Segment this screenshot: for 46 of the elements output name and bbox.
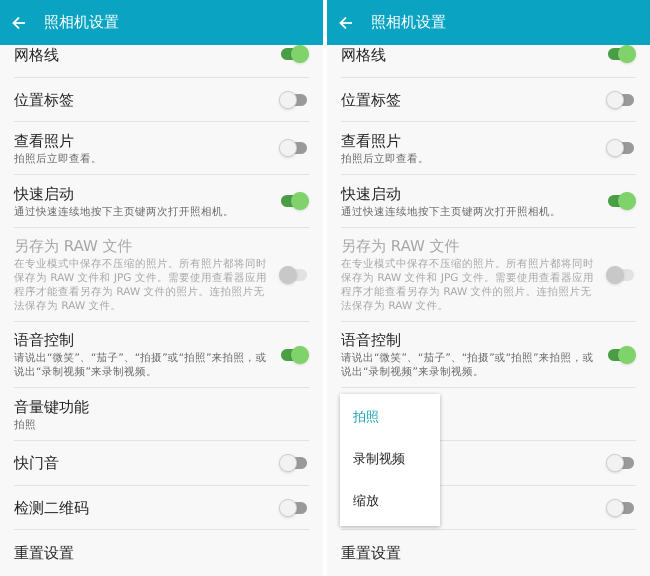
setting-title: 位置标签 — [14, 90, 75, 110]
back-arrow-icon[interactable] — [339, 16, 353, 30]
setting-description: 通过快速连续地按下主页键两次打开照相机。 — [341, 204, 562, 218]
toggle-switch[interactable] — [279, 454, 309, 472]
toggle-switch[interactable] — [606, 454, 636, 472]
screen-title: 照相机设置 — [371, 12, 446, 34]
setting-description: 在专业模式中保存不压缩的照片。所有照片都将同时保存为 RAW 文件和 JPG 文件。需要使用查看器应用程序才能查看另存为 RAW 文件的照片。连拍照片无法保存为 RAW 文件。 — [341, 257, 595, 313]
toggle-switch[interactable] — [279, 45, 309, 63]
setting-title: 快速启动 — [341, 184, 402, 204]
setting-title: 音量键功能 — [14, 396, 90, 416]
screen-title: 照相机设置 — [44, 12, 119, 34]
setting-title: 位置标签 — [341, 90, 402, 110]
toggle-switch[interactable] — [606, 192, 636, 210]
setting-description: 拍照后立即查看。 — [341, 152, 430, 166]
setting-description: 在专业模式中保存不压缩的照片。所有照片都将同时保存为 RAW 文件和 JPG 文件。需要使用查看器应用程序才能查看另存为 RAW 文件的照片。连拍照片无法保存为 RAW 文件。 — [14, 257, 268, 313]
setting-description: 请说出“微笑”、“茄子”、“拍摄”或“拍照”来拍照，或说出“录制视频”来录制视频。 — [341, 351, 595, 379]
setting-title: 快门音 — [14, 453, 60, 473]
toggle-switch[interactable] — [279, 90, 309, 108]
toggle-switch[interactable] — [606, 346, 636, 364]
back-arrow-icon[interactable] — [12, 16, 26, 30]
toggle-switch[interactable] — [279, 192, 309, 210]
setting-description: 请说出“微笑”、“茄子”、“拍摄”或“拍照”来拍照，或说出“录制视频”来录制视频。 — [14, 351, 268, 379]
toggle-switch[interactable] — [279, 139, 309, 157]
setting-title: 语音控制 — [14, 330, 75, 350]
toggle-switch[interactable] — [279, 498, 309, 516]
setting-title: 另存为 RAW 文件 — [341, 236, 461, 256]
setting-title: 重置设置 — [341, 543, 402, 563]
toggle-switch[interactable] — [606, 90, 636, 108]
setting-title: 检测二维码 — [14, 498, 90, 518]
setting-title: 重置设置 — [14, 543, 75, 563]
toggle-switch[interactable] — [606, 139, 636, 157]
toggle-switch[interactable] — [279, 346, 309, 364]
setting-title: 语音控制 — [341, 330, 402, 350]
setting-title: 网格线 — [14, 45, 60, 65]
toggle-switch[interactable] — [606, 498, 636, 516]
setting-title: 查看照片 — [14, 130, 75, 150]
setting-title: 快速启动 — [14, 184, 75, 204]
menu-item[interactable]: 录制视频 — [340, 439, 440, 481]
setting-title: 网格线 — [341, 45, 387, 65]
menu-item[interactable]: 缩放 — [340, 481, 440, 523]
setting-description: 拍照 — [14, 418, 37, 432]
setting-description: 通过快速连续地按下主页键两次打开照相机。 — [14, 204, 235, 218]
setting-title: 另存为 RAW 文件 — [14, 236, 134, 256]
setting-title: 查看照片 — [341, 130, 402, 150]
toggle-switch[interactable] — [606, 45, 636, 63]
setting-description: 拍照后立即查看。 — [14, 152, 103, 166]
